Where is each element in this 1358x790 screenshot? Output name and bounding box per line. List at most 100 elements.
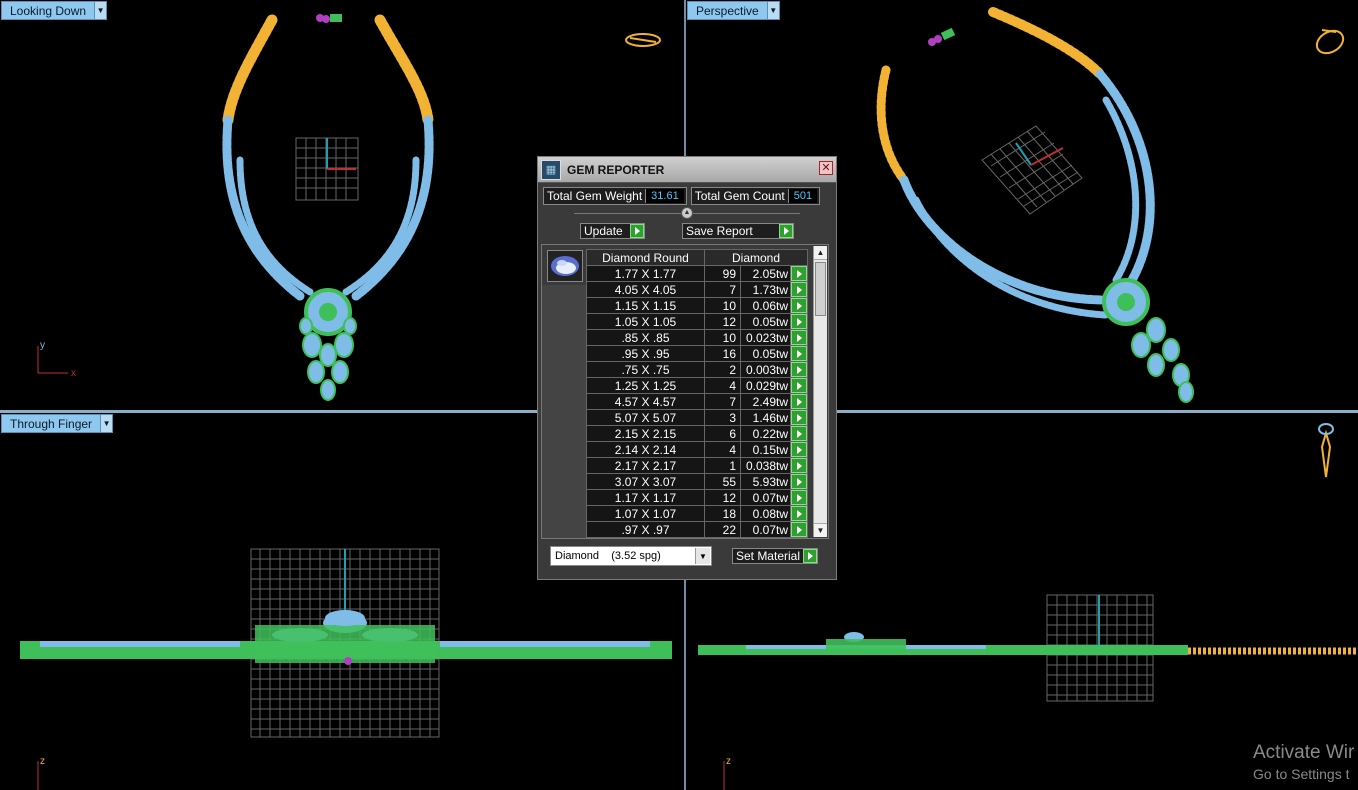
play-arrow-icon[interactable] [791,474,807,489]
gem-size-cell: 1.77 X 1.77 [586,265,705,282]
table-row[interactable]: .95 X .95 16 0.05tw [586,345,808,362]
gem-reporter-logo-icon: ▦ [541,159,561,180]
diamond-gem-icon[interactable] [547,250,583,282]
table-row[interactable]: .85 X .85 10 0.023tw [586,329,808,346]
gem-weight-cell: 0.038tw [740,457,791,474]
row-action-cell [790,521,808,538]
gem-size-cell: 2.15 X 2.15 [586,425,705,442]
gem-shape-header: Diamond Round [586,249,705,266]
table-row[interactable]: 5.07 X 5.07 3 1.46tw [586,409,808,426]
play-arrow-icon[interactable] [791,314,807,329]
table-row[interactable]: 4.57 X 4.57 7 2.49tw [586,393,808,410]
play-arrow-icon[interactable] [791,458,807,473]
row-action-cell [790,505,808,522]
save-report-button-label: Save Report [686,224,753,238]
viewport-label-perspective[interactable]: Perspective ▼ [687,1,780,20]
viewport-label-looking-down[interactable]: Looking Down ▼ [1,1,108,20]
table-row[interactable]: 1.25 X 1.25 4 0.029tw [586,377,808,394]
chevron-down-icon[interactable]: ▼ [766,2,779,19]
activation-watermark: Activate Wir Go to Settings t [1253,742,1354,782]
gem-size-cell: 4.57 X 4.57 [586,393,705,410]
gem-size-cell: 4.05 X 4.05 [586,281,705,298]
axis-y-label: y [40,340,45,351]
play-arrow-icon[interactable] [791,266,807,281]
gem-weight-cell: 1.46tw [740,409,791,426]
table-row[interactable]: .75 X .75 2 0.003tw [586,361,808,378]
play-arrow-icon[interactable] [779,224,793,238]
table-row[interactable]: 1.05 X 1.05 12 0.05tw [586,313,808,330]
gem-weight-cell: 0.08tw [740,505,791,522]
table-row[interactable]: 2.14 X 2.14 4 0.15tw [586,441,808,458]
table-row[interactable]: .97 X .97 22 0.07tw [586,521,808,538]
play-arrow-icon[interactable] [791,282,807,297]
play-arrow-icon[interactable] [791,330,807,345]
table-row[interactable]: 2.17 X 2.17 1 0.038tw [586,457,808,474]
gem-weight-cell: 0.15tw [740,441,791,458]
play-arrow-icon[interactable] [791,410,807,425]
totals-row: Total Gem Weight 31.61 Total Gem Count 5… [543,187,831,205]
table-scrollbar[interactable]: ▲ ▼ [813,246,827,537]
row-action-cell [790,297,808,314]
play-arrow-icon[interactable] [791,442,807,457]
row-action-cell [790,473,808,490]
viewport-label-text: Perspective [696,4,759,18]
scrollbar-thumb[interactable] [815,262,826,316]
gem-count-cell: 55 [704,473,741,490]
table-row[interactable]: 2.15 X 2.15 6 0.22tw [586,425,808,442]
gem-size-cell: 5.07 X 5.07 [586,409,705,426]
play-arrow-icon[interactable] [791,378,807,393]
play-arrow-icon[interactable] [791,394,807,409]
gem-count-cell: 10 [704,297,741,314]
play-arrow-icon[interactable] [791,426,807,441]
row-action-cell [790,409,808,426]
gem-size-cell: .85 X .85 [586,329,705,346]
material-select[interactable]: Diamond (3.52 spg) ▼ [550,546,712,566]
table-row[interactable]: 3.07 X 3.07 55 5.93tw [586,473,808,490]
table-row[interactable]: 1.77 X 1.77 99 2.05tw [586,265,808,282]
close-icon[interactable]: ✕ [819,161,833,175]
set-material-button-label: Set Material [735,549,800,563]
play-arrow-icon[interactable] [791,362,807,377]
play-arrow-icon[interactable] [791,346,807,361]
gem-weight-cell: 0.003tw [740,361,791,378]
material-select-value: Diamond (3.52 spg) [555,550,661,562]
save-report-button[interactable]: Save Report [682,223,794,239]
gem-size-cell: 1.17 X 1.17 [586,489,705,506]
chevron-down-icon[interactable]: ▼ [100,415,113,432]
scroll-up-icon[interactable]: ▲ [814,246,827,260]
gem-weight-cell: 0.22tw [740,425,791,442]
gem-size-cell: 1.25 X 1.25 [586,377,705,394]
action-buttons: Update Save Report [580,223,794,239]
play-arrow-icon[interactable] [791,490,807,505]
play-arrow-icon[interactable] [803,549,817,563]
gem-material-header: Diamond [704,249,808,266]
collapse-up-icon[interactable]: ▲ [681,207,693,219]
play-arrow-icon[interactable] [629,224,644,238]
viewport-label-through-finger[interactable]: Through Finger ▼ [1,414,114,433]
set-material-button[interactable]: Set Material [731,548,818,564]
table-row[interactable]: 1.15 X 1.15 10 0.06tw [586,297,808,314]
play-arrow-icon[interactable] [791,522,807,537]
gem-size-cell: 2.14 X 2.14 [586,441,705,458]
play-arrow-icon[interactable] [791,506,807,521]
row-action-cell [790,441,808,458]
chevron-down-icon[interactable]: ▼ [695,548,710,564]
table-row[interactable]: 1.17 X 1.17 12 0.07tw [586,489,808,506]
material-row: Diamond (3.52 spg) ▼ Set Material [550,546,818,566]
play-arrow-icon[interactable] [791,298,807,313]
watermark-line-1: Activate Wir [1253,742,1355,763]
total-gem-weight-label: Total Gem Weight [547,189,643,203]
gem-count-cell: 4 [704,377,741,394]
row-action-cell [790,313,808,330]
table-row[interactable]: 4.05 X 4.05 7 1.73tw [586,281,808,298]
chevron-down-icon[interactable]: ▼ [94,2,107,19]
gem-weight-cell: 0.029tw [740,377,791,394]
scroll-down-icon[interactable]: ▼ [814,523,827,537]
update-button[interactable]: Update [580,223,645,239]
gem-count-cell: 3 [704,409,741,426]
table-row[interactable]: 1.07 X 1.07 18 0.08tw [586,505,808,522]
gem-reporter-titlebar[interactable]: ▦ GEM REPORTER ✕ [538,157,836,183]
gem-table-area[interactable]: Diamond Round Diamond 1.77 X 1.77 99 2.05t… [541,244,829,539]
gem-count-cell: 22 [704,521,741,538]
gem-count-cell: 7 [704,281,741,298]
